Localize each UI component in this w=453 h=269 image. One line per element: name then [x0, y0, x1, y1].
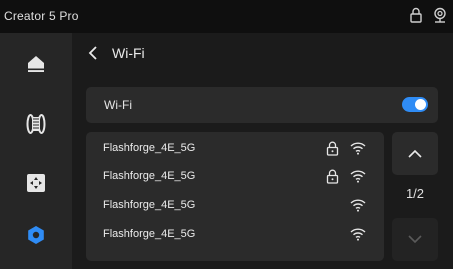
- page-title: Wi-Fi: [112, 45, 145, 61]
- network-name: Flashforge_4E_5G: [103, 170, 196, 182]
- page-up-button[interactable]: [392, 132, 438, 175]
- wifi-toggle-switch[interactable]: [402, 97, 428, 112]
- pagination: 1/2: [392, 132, 438, 261]
- sidebar-item-home[interactable]: [0, 37, 72, 95]
- sidebar: [0, 33, 72, 269]
- wifi-signal-icon: [350, 198, 366, 217]
- camera-icon[interactable]: [433, 7, 447, 23]
- network-name: Flashforge_4E_5G: [103, 199, 196, 211]
- wifi-toggle-row: Wi-Fi: [86, 87, 438, 123]
- main-content: Wi-Fi Wi-Fi Flashforge_4E_5G Flashforge_…: [72, 33, 453, 269]
- lock-status-icon[interactable]: [409, 7, 423, 23]
- back-button[interactable]: [86, 45, 100, 61]
- chevron-down-icon: [408, 235, 422, 244]
- sidebar-item-settings[interactable]: [0, 208, 72, 266]
- home-icon: [26, 54, 46, 79]
- network-name: Flashforge_4E_5G: [103, 142, 196, 154]
- network-item[interactable]: Flashforge_4E_5G: [86, 192, 384, 220]
- sidebar-item-move[interactable]: [0, 156, 72, 214]
- network-list: Flashforge_4E_5G Flashforge_4E_5G Flashf…: [86, 132, 384, 261]
- page-header: Wi-Fi: [86, 45, 145, 61]
- wifi-signal-icon: [350, 141, 366, 160]
- sidebar-item-filament[interactable]: [0, 97, 72, 155]
- network-name: Flashforge_4E_5G: [103, 228, 196, 240]
- page-down-button[interactable]: [392, 218, 438, 261]
- wifi-signal-icon: [350, 227, 366, 246]
- top-status-bar: Creator 5 Pro: [0, 0, 453, 33]
- wifi-signal-icon: [350, 169, 366, 188]
- filament-icon: [26, 113, 46, 140]
- lock-icon: [326, 169, 339, 189]
- wifi-toggle-label: Wi-Fi: [104, 98, 132, 112]
- network-item[interactable]: Flashforge_4E_5G: [86, 163, 384, 191]
- app-title: Creator 5 Pro: [4, 9, 79, 23]
- network-item[interactable]: Flashforge_4E_5G: [86, 221, 384, 249]
- top-icons: [409, 7, 447, 23]
- page-indicator: 1/2: [405, 186, 425, 201]
- chevron-up-icon: [408, 149, 422, 158]
- settings-icon: [26, 225, 46, 250]
- move-control-icon: [26, 173, 46, 198]
- switch-knob: [415, 99, 426, 110]
- lock-icon: [326, 141, 339, 161]
- chevron-left-icon: [88, 46, 97, 60]
- network-item[interactable]: Flashforge_4E_5G: [86, 135, 384, 163]
